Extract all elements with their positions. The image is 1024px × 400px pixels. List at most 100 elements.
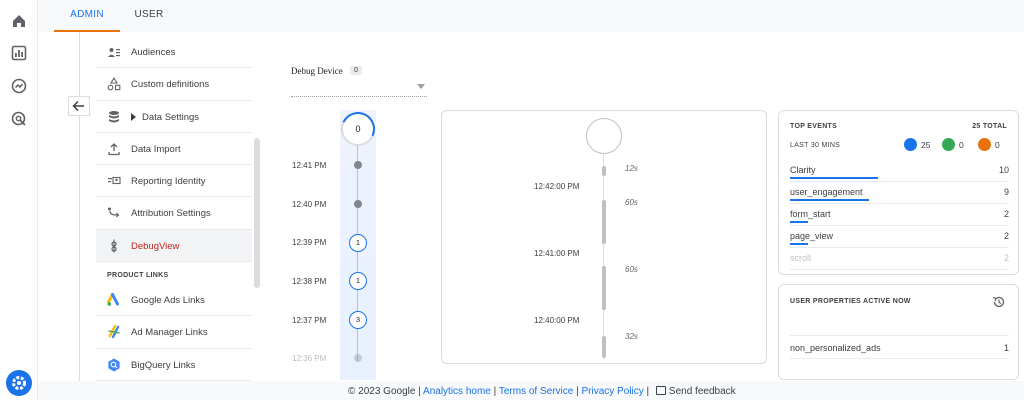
footer-copyright: © 2023 Google <box>348 386 416 397</box>
event-name: Clarity <box>790 165 816 175</box>
menu-item-custom-definitions[interactable]: Custom definitions <box>96 68 252 101</box>
admin-gear-button[interactable] <box>6 370 32 396</box>
menu-item-label: Data Settings <box>142 111 200 123</box>
top-events-title: TOP EVENTS <box>790 123 838 130</box>
event-name: scroll <box>790 253 812 263</box>
section-header-product-links: PRODUCT LINKS <box>107 272 169 280</box>
minute-time-label: 12:39 PM <box>292 238 327 247</box>
top-event-row[interactable]: form_start 2 <box>790 204 1009 226</box>
tab-user[interactable]: USER <box>124 0 174 32</box>
chevron-down-icon[interactable] <box>417 84 425 89</box>
menu-item-bigquery-links[interactable]: BigQuery Links <box>96 349 252 381</box>
menu-item-label: BigQuery Links <box>131 359 196 371</box>
send-feedback-link[interactable]: Send feedback <box>669 386 736 397</box>
seconds-segment-bar[interactable] <box>602 166 606 176</box>
user-property-value: 1 <box>1003 343 1009 353</box>
conversion-count-value: 0 <box>959 140 964 150</box>
user-property-name: non_personalized_ads <box>790 343 881 353</box>
seconds-time-label: 12:40:00 PM <box>534 316 580 325</box>
audiences-icon <box>108 48 120 57</box>
menu-item-label: Data Import <box>131 143 181 155</box>
debug-device-select[interactable] <box>291 96 427 97</box>
menu-guide-line <box>79 32 80 382</box>
event-count-value: 25 <box>921 140 931 150</box>
analytics-home-link[interactable]: Analytics home <box>423 386 491 397</box>
app-root: ADMIN USER Audiences Custom definitions … <box>0 0 1024 400</box>
event-name: form_start <box>790 209 831 219</box>
minute-marker-dot[interactable] <box>354 200 362 208</box>
history-icon[interactable] <box>992 295 1006 309</box>
menu-item-label: DebugView <box>131 240 180 252</box>
footer-links: © 2023 Google | Analytics home | Terms o… <box>348 386 736 397</box>
event-value: 2 <box>1003 231 1009 241</box>
menu-item-audiences[interactable]: Audiences <box>96 36 252 69</box>
advertising-icon[interactable] <box>10 110 28 128</box>
top-events-total: 25 TOTAL <box>972 123 1007 130</box>
footer: © 2023 Google | Analytics home | Terms o… <box>38 381 1024 400</box>
flag-icon <box>942 138 955 151</box>
menu-item-reporting-identity[interactable]: Reporting Identity <box>96 165 252 198</box>
menu-item-label: Reporting Identity <box>131 176 206 188</box>
menu-scrollbar[interactable] <box>254 138 260 288</box>
event-share-bar <box>790 243 808 245</box>
seconds-segment-bar[interactable] <box>602 336 606 358</box>
gear-icon <box>12 376 26 390</box>
user-property-row[interactable]: non_personalized_ads 1 <box>790 335 1009 359</box>
seconds-time-label: 12:42:00 PM <box>534 182 580 191</box>
footer-separator: | <box>493 386 497 397</box>
menu-item-data-settings[interactable]: Data Settings <box>96 101 252 133</box>
footer-separator: | <box>576 386 579 397</box>
home-icon[interactable] <box>10 12 28 30</box>
menu-item-data-import[interactable]: Data Import <box>96 133 252 166</box>
back-button[interactable] <box>68 96 90 116</box>
top-events-subtitle: LAST 30 MINS <box>790 142 841 149</box>
identity-icon <box>108 177 121 185</box>
menu-item-label: Custom definitions <box>131 79 210 91</box>
google-ads-icon <box>107 293 119 306</box>
menu-item-label: Ad Manager Links <box>131 327 208 339</box>
minute-event-count[interactable]: 1 <box>349 234 367 252</box>
menu-item-ad-manager-links[interactable]: Ad Manager Links <box>96 316 252 349</box>
menu-item-google-ads-links[interactable]: Google Ads Links <box>96 284 252 317</box>
seconds-segment-bar[interactable] <box>602 200 606 244</box>
seconds-stream-line <box>603 154 604 359</box>
top-event-row[interactable]: Clarity 10 <box>790 160 1009 182</box>
seconds-time-label: 12:41:00 PM <box>534 249 580 258</box>
arrow-back-icon <box>72 100 84 112</box>
seconds-duration-label: 60s <box>625 265 638 274</box>
menu-item-debugview[interactable]: DebugView <box>96 229 252 263</box>
top-event-row[interactable]: user_engagement 9 <box>790 182 1009 204</box>
shapes-icon <box>107 77 121 91</box>
attribution-icon <box>108 207 120 218</box>
user-properties-card: USER PROPERTIES ACTIVE NOW non_personali… <box>778 284 1019 380</box>
minute-time-label: 12:41 PM <box>292 161 327 170</box>
minute-marker-dot[interactable] <box>354 354 362 362</box>
debug-icon <box>111 239 117 253</box>
top-event-row[interactable]: scroll 2 <box>790 248 1009 270</box>
seconds-duration-label: 12s <box>625 164 638 173</box>
explore-icon[interactable] <box>10 77 28 95</box>
event-name: user_engagement <box>790 187 863 197</box>
footer-separator: | <box>418 386 421 397</box>
footer-separator: | <box>646 386 650 397</box>
menu-item-label: Audiences <box>131 47 176 58</box>
minute-event-count[interactable]: 3 <box>349 311 367 329</box>
minute-event-count[interactable]: 1 <box>349 272 367 290</box>
admin-menu: Audiences Custom definitions Data Settin… <box>96 36 252 381</box>
privacy-policy-link[interactable]: Privacy Policy <box>582 386 644 397</box>
event-share-bar <box>790 177 878 179</box>
minute-marker-dot[interactable] <box>354 161 362 169</box>
tab-admin[interactable]: ADMIN <box>54 0 120 32</box>
menu-item-label: Attribution Settings <box>131 208 211 220</box>
minute-time-label: 12:37 PM <box>292 316 327 325</box>
terms-of-service-link[interactable]: Terms of Service <box>499 386 573 397</box>
top-event-row[interactable]: page_view 2 <box>790 226 1009 248</box>
expand-caret-icon[interactable] <box>131 112 136 121</box>
menu-item-attribution-settings[interactable]: Attribution Settings <box>96 197 252 230</box>
seconds-stream-current[interactable] <box>586 118 622 154</box>
top-events-card: TOP EVENTS 25 TOTAL LAST 30 MINS 25 0 0 … <box>778 110 1019 275</box>
seconds-segment-bar[interactable] <box>602 266 606 310</box>
minute-time-label: 12:38 PM <box>292 277 327 286</box>
reports-icon[interactable] <box>10 44 28 62</box>
minute-time-label: 12:36 PM <box>292 354 327 363</box>
